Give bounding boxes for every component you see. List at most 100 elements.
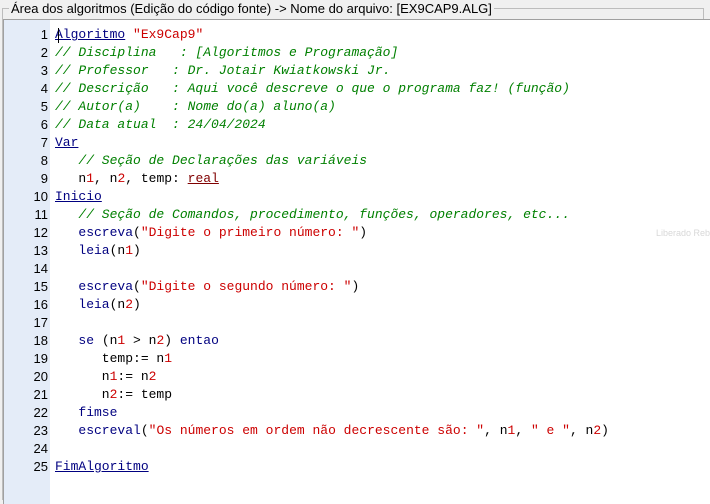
- code-token: Inicio: [55, 189, 102, 204]
- line-number: 24: [33, 441, 48, 456]
- code-text[interactable]: Algoritmo "Ex9Cap9": [55, 26, 203, 44]
- code-token: Algoritmo: [55, 27, 126, 42]
- code-text[interactable]: // Seção de Comandos, procedimento, funç…: [55, 206, 570, 224]
- code-token: 1: [125, 243, 134, 258]
- code-token: "Ex9Cap9": [133, 27, 204, 42]
- code-token: "Os números em ordem não decrescente são…: [148, 423, 485, 438]
- code-token: se: [78, 333, 95, 348]
- code-token: , temp:: [125, 171, 188, 186]
- code-line[interactable]: 21 n2:= temp: [4, 386, 710, 404]
- code-token: Var: [55, 135, 79, 150]
- code-text[interactable]: Var: [55, 134, 78, 152]
- code-text[interactable]: escreval("Os números em ordem não decres…: [55, 422, 609, 440]
- line-number: 11: [34, 207, 49, 222]
- code-token: "Digite o segundo número: ": [140, 279, 352, 294]
- line-number: 9: [40, 171, 48, 186]
- line-number: 4: [40, 81, 48, 96]
- code-token: ): [601, 423, 609, 438]
- code-token: (: [140, 423, 149, 438]
- code-line[interactable]: 12 escreva("Digite o primeiro número: "): [4, 224, 710, 242]
- code-line[interactable]: 5 // Autor(a) : Nome do(a) aluno(a): [4, 98, 710, 116]
- code-token: // Professor : Dr. Jotair Kwiatkowski Jr…: [55, 63, 391, 78]
- line-number: 15: [33, 279, 48, 294]
- code-line[interactable]: 16 leia(n2): [4, 296, 710, 314]
- code-text[interactable]: leia(n2): [55, 296, 140, 314]
- code-line[interactable]: 8 // Seção de Declarações das variáveis: [4, 152, 710, 170]
- code-text[interactable]: // Disciplina : [Algoritmos e Programaçã…: [55, 44, 398, 62]
- code-text[interactable]: leia(n1): [55, 242, 141, 260]
- line-number: 7: [40, 135, 48, 150]
- code-line[interactable]: 24: [4, 440, 710, 458]
- code-token: ): [133, 243, 141, 258]
- code-token: n: [55, 369, 110, 384]
- code-line[interactable]: 9 n1, n2, temp: real: [4, 170, 710, 188]
- code-text[interactable]: n1, n2, temp: real: [55, 170, 219, 188]
- code-token: escreval: [78, 423, 141, 438]
- code-text[interactable]: temp:= n1: [55, 350, 172, 368]
- code-line[interactable]: 2 // Disciplina : [Algoritmos e Programaç…: [4, 44, 710, 62]
- code-lines[interactable]: 1 Algoritmo "Ex9Cap9" 2 // Disciplina : [Al…: [4, 26, 710, 476]
- code-text[interactable]: escreva("Digite o segundo número: "): [55, 278, 359, 296]
- code-line[interactable]: 20 n1:= n2: [4, 368, 710, 386]
- line-number: 22: [33, 405, 48, 420]
- code-token: (: [133, 279, 141, 294]
- code-token: leia: [78, 297, 110, 312]
- code-text[interactable]: fimse: [55, 404, 117, 422]
- code-line[interactable]: 7 Var: [4, 134, 710, 152]
- code-token: // Seção de Declarações das variáveis: [55, 153, 368, 168]
- code-token: (: [133, 225, 141, 240]
- code-text[interactable]: FimAlgoritmo: [55, 458, 149, 476]
- code-line[interactable]: 10 Inicio: [4, 188, 710, 206]
- code-line[interactable]: 14: [4, 260, 710, 278]
- code-line[interactable]: 15 escreva("Digite o segundo número: "): [4, 278, 710, 296]
- code-token: ,: [515, 423, 531, 438]
- code-token: FimAlgoritmo: [55, 459, 149, 474]
- code-line[interactable]: 1 Algoritmo "Ex9Cap9": [4, 26, 710, 44]
- code-text[interactable]: // Data atual : 24/04/2024: [55, 116, 266, 134]
- code-token: , n: [484, 423, 508, 438]
- line-number: 25: [33, 459, 48, 474]
- code-token: (n: [94, 333, 118, 348]
- code-text[interactable]: se (n1 > n2) entao: [55, 332, 218, 350]
- line-number: 8: [40, 153, 48, 168]
- code-token: > n: [125, 333, 157, 348]
- code-text[interactable]: // Professor : Dr. Jotair Kwiatkowski Jr…: [55, 62, 390, 80]
- code-token: 2: [148, 369, 157, 384]
- code-token: 1: [164, 351, 173, 366]
- code-line[interactable]: 3 // Professor : Dr. Jotair Kwiatkowski J…: [4, 62, 710, 80]
- code-line[interactable]: 25 FimAlgoritmo: [4, 458, 710, 476]
- line-number: 23: [33, 423, 48, 438]
- code-line[interactable]: 4 // Descrição : Aqui você descreve o que…: [4, 80, 710, 98]
- code-text[interactable]: escreva("Digite o primeiro número: "): [55, 224, 367, 242]
- code-text[interactable]: n1:= n2: [55, 368, 157, 386]
- line-number: 19: [33, 351, 48, 366]
- code-token: , n: [569, 423, 594, 438]
- line-number: 20: [33, 369, 48, 384]
- code-line[interactable]: 11 // Seção de Comandos, procedimento, f…: [4, 206, 710, 224]
- code-line[interactable]: 22 fimse: [4, 404, 710, 422]
- code-editor[interactable]: 1 Algoritmo "Ex9Cap9" 2 // Disciplina : [Al…: [3, 19, 710, 504]
- code-token: 2: [593, 423, 602, 438]
- code-line[interactable]: 19 temp:= n1: [4, 350, 710, 368]
- code-token: ): [164, 333, 180, 348]
- code-line[interactable]: 6 // Data atual : 24/04/2024: [4, 116, 710, 134]
- code-line[interactable]: 17: [4, 314, 710, 332]
- code-text[interactable]: // Seção de Declarações das variáveis: [55, 152, 367, 170]
- line-number: 6: [40, 117, 48, 132]
- code-text[interactable]: // Autor(a) : Nome do(a) aluno(a): [55, 98, 336, 116]
- code-text[interactable]: // Descrição : Aqui você descreve o que …: [55, 80, 570, 98]
- code-token: 2: [125, 297, 134, 312]
- code-line[interactable]: 13 leia(n1): [4, 242, 710, 260]
- code-token: // Autor(a) : Nome do(a) aluno(a): [55, 99, 336, 114]
- code-token: // Disciplina : [Algoritmos e Programaçã…: [55, 45, 399, 60]
- ghost-text: Liberado Rebuilt: [656, 228, 710, 238]
- code-text[interactable]: n2:= temp: [55, 386, 172, 404]
- code-token: escreva: [78, 279, 134, 294]
- code-text[interactable]: Inicio: [55, 188, 102, 206]
- line-number: 3: [40, 63, 48, 78]
- code-line[interactable]: 23 escreval("Os números em ordem não dec…: [4, 422, 710, 440]
- code-line[interactable]: 18 se (n1 > n2) entao: [4, 332, 710, 350]
